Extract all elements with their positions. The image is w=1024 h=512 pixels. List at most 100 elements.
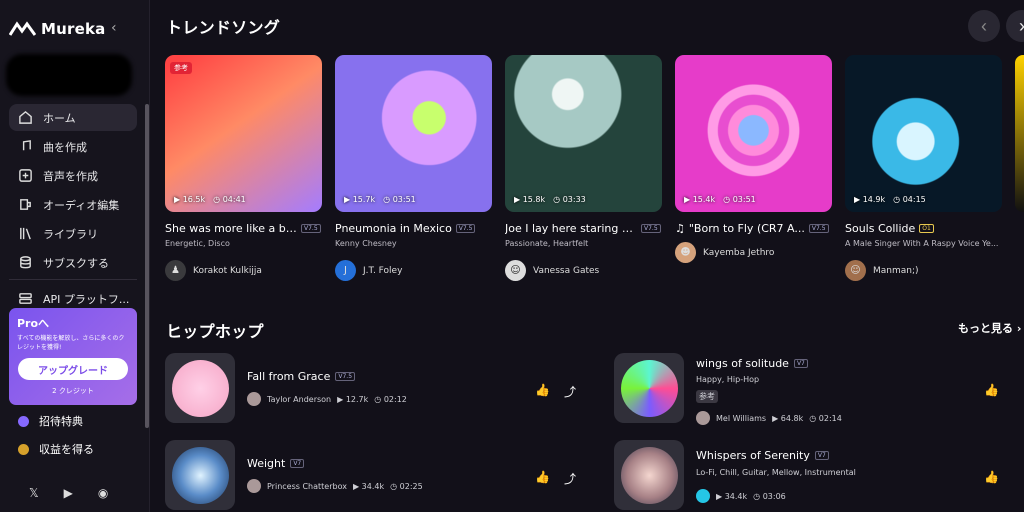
sidebar-item-create-song[interactable]: 曲を作成 <box>9 133 137 160</box>
like-button[interactable]: 👍 <box>535 470 550 484</box>
album-art <box>620 359 678 417</box>
song-title[interactable]: "Born to Fly (CR7 A... <box>689 222 805 235</box>
avatar: ☺ <box>845 260 866 281</box>
hiphop-song-row[interactable]: wings of solitude V7 Happy, Hip-Hop 参考 Me… <box>614 353 1014 425</box>
album-art <box>620 446 678 504</box>
like-button[interactable]: 👍 <box>535 383 550 397</box>
music-note-icon <box>22 140 31 151</box>
main-content: トレンドソング ‹ › 参考 ▶ 16.5k ◷ 04:41 She was mo… <box>151 0 1024 512</box>
collapse-sidebar-icon[interactable]: ‹ <box>111 20 117 36</box>
play-count: ▶ 14.9k <box>854 195 886 204</box>
database-icon <box>20 256 31 269</box>
reference-tag: 参考 <box>170 62 192 74</box>
trending-song-card[interactable]: ▶ 15.8k ◷ 03:33 Joe I lay here staring a.… <box>505 55 662 281</box>
version-badge: O1 <box>919 224 934 233</box>
avatar <box>247 479 261 493</box>
sidebar-item-home[interactable]: ホーム <box>9 104 137 131</box>
sidebar-scrollbar[interactable] <box>145 104 149 428</box>
share-button[interactable]: ⤴ <box>564 383 576 400</box>
song-metadata: ▶ 34.4k ◷ 03:06 <box>696 489 786 503</box>
hiphop-title: ヒップホップ <box>166 322 264 341</box>
artist-link[interactable]: ☺ Manman;) <box>845 260 919 281</box>
album-art <box>171 446 229 504</box>
duration: ◷ 03:51 <box>383 195 416 204</box>
share-button[interactable]: ⤴ <box>564 470 576 487</box>
trending-song-card[interactable]: 参考 ▶ 16.5k ◷ 04:41 She was more like a be… <box>165 55 322 281</box>
home-icon <box>19 110 32 124</box>
trending-song-card[interactable]: ▶ 15.7k ◷ 03:51 Pneumonia in Mexico V7.5 K… <box>335 55 492 281</box>
song-title[interactable]: Fall from Grace <box>247 370 330 383</box>
sidebar: Mureka ‹ ホーム 曲を作成 音声を作成 オーディオ編集 ライブラリ サブ… <box>0 0 150 512</box>
artist-link[interactable]: J J.T. Foley <box>335 260 402 281</box>
trending-song-card[interactable]: ▶ 15.4k ◷ 03:51 ♫ "Born to Fly (CR7 A... V7… <box>675 55 832 263</box>
carousel-previous-button[interactable]: ‹ <box>968 10 1000 42</box>
hiphop-song-row[interactable]: Fall from Grace V7.5 Taylor Anderson ▶ 12.… <box>165 353 576 425</box>
song-genres: Lo-Fi, Chill, Guitar, Mellow, Instrument… <box>696 468 856 477</box>
discord-icon[interactable]: ◉ <box>98 486 108 500</box>
like-button[interactable]: 👍 <box>984 470 999 484</box>
duration: ◷ 04:15 <box>893 195 926 204</box>
hiphop-song-row[interactable]: Whispers of Serenity V7 Lo-Fi, Chill, Gui… <box>614 440 1014 512</box>
version-badge: V7.5 <box>808 224 829 233</box>
mureka-app: Mureka ‹ ホーム 曲を作成 音声を作成 オーディオ編集 ライブラリ サブ… <box>0 0 1024 512</box>
api-icon <box>19 293 32 304</box>
next-card-peek <box>1015 55 1024 212</box>
avatar: J <box>335 260 356 281</box>
sidebar-divider <box>9 279 137 280</box>
trending-song-card[interactable]: ▶ 14.9k ◷ 04:15 Souls Collide O1 A Male Si… <box>845 55 1002 281</box>
song-metadata: Mel Williams ▶ 64.8k ◷ 02:14 <box>696 411 842 425</box>
upgrade-button[interactable]: アップグレード <box>18 358 128 380</box>
logo[interactable]: Mureka <box>9 20 105 38</box>
sidebar-navigation: ホーム 曲を作成 音声を作成 オーディオ編集 ライブラリ サブスクする API … <box>9 104 137 314</box>
version-badge: V7.5 <box>641 224 661 233</box>
duration: ◷ 04:41 <box>213 195 246 204</box>
avatar: ☻ <box>675 242 696 263</box>
pro-description: すべての機能を解放し、さらに多くのクレジットを獲得! <box>17 335 125 351</box>
avatar: ♟ <box>165 260 186 281</box>
sidebar-item-create-voice[interactable]: 音声を作成 <box>9 162 137 189</box>
version-badge: V7 <box>814 451 829 460</box>
carousel-next-button[interactable]: › <box>1006 10 1024 42</box>
social-links: 𝕏 ▶ ◉ <box>29 486 108 500</box>
song-title[interactable]: Joe I lay here staring a... <box>505 222 637 235</box>
version-badge: V7.5 <box>335 372 356 381</box>
play-count: ▶ 15.8k <box>514 195 546 204</box>
artist-link[interactable]: ☻ Kayemba Jethro <box>675 242 774 263</box>
see-more-link[interactable]: もっと見る › <box>958 320 1021 336</box>
song-title[interactable]: Whispers of Serenity <box>696 449 810 462</box>
song-cover-image: ▶ 15.7k ◷ 03:51 <box>335 55 492 212</box>
song-title[interactable]: Souls Collide <box>845 222 915 235</box>
sidebar-item-subscribe[interactable]: サブスクする <box>9 249 137 276</box>
artist-link[interactable]: ♟ Korakot Kulkijja <box>165 260 262 281</box>
invite-rewards-link[interactable]: 招待特典 <box>9 409 137 433</box>
song-title[interactable]: She was more like a be... <box>165 222 297 235</box>
sidebar-item-audio-edit[interactable]: オーディオ編集 <box>9 191 137 218</box>
song-title[interactable]: Pneumonia in Mexico <box>335 222 452 235</box>
song-title[interactable]: Weight <box>247 457 285 470</box>
play-count: ▶ 15.7k <box>344 195 376 204</box>
app-name: Mureka <box>41 20 106 38</box>
sidebar-item-library[interactable]: ライブラリ <box>9 220 137 247</box>
play-count: ▶ 16.5k <box>174 195 206 204</box>
album-art <box>171 359 229 417</box>
song-description: Passionate, Heartfelt <box>505 239 589 248</box>
avatar <box>696 489 710 503</box>
version-badge: V7.5 <box>455 224 476 233</box>
song-metadata: Princess Chatterbox ▶ 34.4k ◷ 02:25 <box>247 479 423 493</box>
x-icon[interactable]: 𝕏 <box>29 486 39 500</box>
artist-link[interactable]: ☺ Vanessa Gates <box>505 260 599 281</box>
song-cover-image <box>614 440 684 510</box>
version-badge: V7.5 <box>301 224 321 233</box>
song-cover-image: ▶ 14.9k ◷ 04:15 <box>845 55 1002 212</box>
redacted-profile <box>6 54 132 96</box>
song-title[interactable]: wings of solitude <box>696 357 789 370</box>
youtube-icon[interactable]: ▶ <box>64 486 73 500</box>
avatar <box>247 392 261 406</box>
version-badge: V7 <box>793 359 808 368</box>
voice-icon <box>19 169 32 182</box>
library-icon <box>20 227 31 240</box>
song-description: A Male Singer With A Raspy Voice Ye... <box>845 239 999 248</box>
hiphop-song-row[interactable]: Weight V7 Princess Chatterbox ▶ 34.4k ◷ 02:… <box>165 440 576 512</box>
like-button[interactable]: 👍 <box>984 383 999 397</box>
earn-money-link[interactable]: 収益を得る <box>9 437 137 461</box>
